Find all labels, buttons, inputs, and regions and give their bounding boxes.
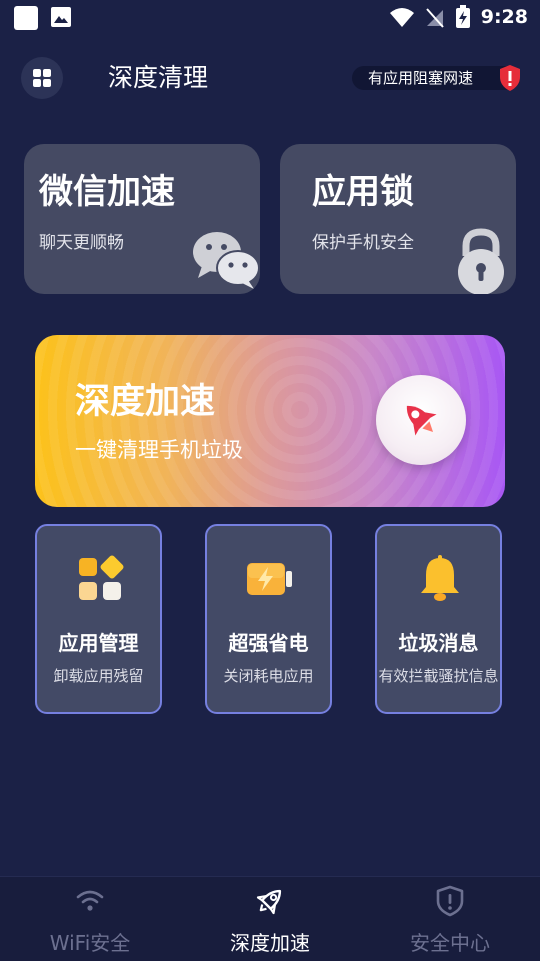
battery-bolt-icon bbox=[247, 563, 292, 595]
shield-alert-icon bbox=[436, 885, 464, 917]
nav-label-wifi-security: WiFi安全 bbox=[49, 931, 131, 955]
spam-message-title: 垃圾消息 bbox=[398, 631, 479, 655]
page-title: 深度清理 bbox=[108, 63, 209, 92]
app-notification-icon bbox=[14, 6, 38, 30]
app-manager-subtitle: 卸载应用残留 bbox=[53, 667, 144, 685]
power-saving-tile[interactable]: 超强省电 关闭耗电应用 bbox=[205, 524, 332, 714]
deep-boost-subtitle: 一键清理手机垃圾 bbox=[75, 438, 243, 462]
nav-label-deep-boost: 深度加速 bbox=[230, 931, 310, 955]
deep-boost-button[interactable] bbox=[376, 375, 466, 465]
deep-boost-title: 深度加速 bbox=[75, 382, 216, 422]
wechat-boost-title: 微信加速 bbox=[39, 172, 175, 212]
nav-tab-deep-boost[interactable]: 深度加速 bbox=[180, 877, 360, 961]
wechat-boost-subtitle: 聊天更顺畅 bbox=[39, 233, 124, 253]
rocket-icon bbox=[406, 405, 437, 436]
grid-menu-icon bbox=[33, 69, 51, 87]
image-notification-icon bbox=[51, 7, 71, 27]
apps-grid-icon bbox=[79, 555, 124, 600]
rocket-icon bbox=[256, 889, 282, 915]
spam-message-tile[interactable]: 垃圾消息 有效拦截骚扰信息 bbox=[375, 524, 502, 714]
power-saving-title: 超强省电 bbox=[228, 631, 309, 655]
no-signal-icon bbox=[425, 8, 444, 28]
network-warning-badge[interactable]: 有应用阻塞网速 bbox=[352, 65, 520, 91]
power-saving-subtitle: 关闭耗电应用 bbox=[223, 667, 314, 685]
padlock-icon bbox=[458, 228, 504, 294]
nav-tab-wifi-security[interactable]: WiFi安全 bbox=[0, 877, 180, 961]
wifi-icon bbox=[76, 890, 104, 911]
battery-charging-icon bbox=[455, 5, 470, 28]
network-warning-text: 有应用阻塞网速 bbox=[368, 69, 474, 87]
wifi-signal-icon bbox=[389, 8, 414, 27]
app-lock-title: 应用锁 bbox=[312, 172, 414, 212]
app-lock-subtitle: 保护手机安全 bbox=[312, 233, 414, 253]
status-bar: 9:28 bbox=[0, 0, 540, 36]
spam-message-subtitle: 有效拦截骚扰信息 bbox=[378, 667, 499, 685]
nav-label-security-center: 安全中心 bbox=[410, 931, 490, 955]
bottom-nav: WiFi安全 深度加速 安全中心 bbox=[0, 876, 540, 961]
app-manager-tile[interactable]: 应用管理 卸载应用残留 bbox=[35, 524, 162, 714]
shield-alert-icon bbox=[500, 65, 520, 91]
wechat-boost-card[interactable]: 微信加速 聊天更顺畅 bbox=[24, 144, 260, 294]
menu-button[interactable] bbox=[21, 57, 63, 99]
wechat-icon bbox=[193, 232, 260, 289]
bell-icon bbox=[421, 555, 459, 601]
app-manager-title: 应用管理 bbox=[58, 631, 139, 655]
nav-tab-security-center[interactable]: 安全中心 bbox=[360, 877, 540, 961]
status-time: 9:28 bbox=[480, 6, 528, 28]
deep-boost-banner[interactable]: 深度加速 一键清理手机垃圾 bbox=[35, 335, 505, 507]
app-lock-card[interactable]: 应用锁 保护手机安全 bbox=[280, 144, 516, 294]
